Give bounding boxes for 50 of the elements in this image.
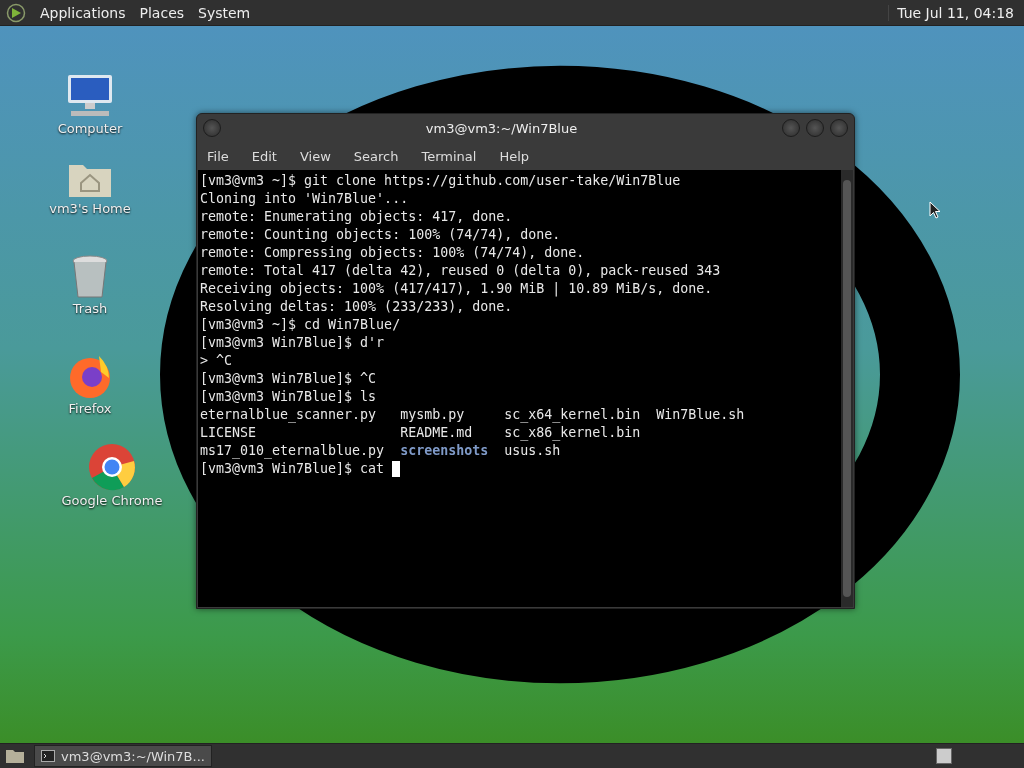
file-name: README.md (400, 424, 473, 442)
file-name: usus.sh (504, 442, 561, 460)
terminal-line: > ^C (200, 352, 234, 370)
menu-item[interactable]: Help (499, 148, 530, 164)
close-button[interactable] (830, 119, 848, 137)
menu-item[interactable]: Terminal (421, 148, 477, 164)
show-desktop-icon[interactable] (4, 747, 26, 765)
clock[interactable]: Tue Jul 11, 04:18 (888, 4, 1014, 21)
trash-icon[interactable] (71, 255, 109, 299)
terminal-line: Cloning into 'Win7Blue'... (200, 190, 410, 208)
terminal-line: Receiving objects: 100% (417/417), 1.90 MiB | 10.89 MiB/s, done. (200, 280, 714, 298)
minimize-button[interactable] (782, 119, 800, 137)
terminal-icon (41, 750, 55, 762)
menu-item[interactable]: Search (353, 148, 399, 164)
terminal-line: remote: Enumerating objects: 417, done. (200, 208, 514, 226)
file-name: ms17_010_eternalblue.py (200, 442, 385, 460)
terminal-line: [vm3@vm3 ~]$ cd Win7Blue/ (200, 316, 402, 334)
panel-menu[interactable]: System (198, 4, 251, 21)
taskbar-button[interactable]: vm3@vm3:~/Win7B... (34, 745, 212, 767)
monitor-icon[interactable] (65, 73, 115, 119)
panel-menu[interactable]: Places (139, 4, 185, 21)
mouse-pointer-icon (929, 201, 941, 219)
menu-item[interactable]: File (207, 148, 229, 164)
file-name: Win7Blue.sh (656, 406, 745, 424)
window-menu-button[interactable] (203, 119, 221, 137)
file-name: sc_x86_kernel.bin (504, 424, 641, 442)
chrome-icon[interactable] (88, 443, 136, 491)
terminal-line: [vm3@vm3 Win7Blue]$ d'r (200, 334, 386, 352)
maximize-button[interactable] (806, 119, 824, 137)
play-logo-icon[interactable] (6, 2, 26, 23)
scrollbar-thumb[interactable] (843, 180, 851, 597)
terminal-line: [vm3@vm3 Win7Blue]$ ls (200, 388, 378, 406)
menu-item[interactable]: View (299, 148, 331, 164)
file-name: LICENSE (200, 424, 257, 442)
terminal-line: remote: Total 417 (delta 42), reused 0 (delta 0), pack-reused 343 (200, 262, 722, 280)
window-title: vm3@vm3:~/Win7Blue (424, 120, 579, 136)
terminal-line: [vm3@vm3 Win7Blue]$ cat (200, 460, 386, 478)
terminal-line: [vm3@vm3 ~]$ git clone https://github.com/user-take/Win7Blue (200, 172, 682, 190)
terminal-line: Resolving deltas: 100% (233/233), done. (200, 298, 514, 316)
file-name: sc_x64_kernel.bin (504, 406, 641, 424)
file-name: eternalblue_scanner.py (200, 406, 377, 424)
menu-item[interactable]: Edit (251, 148, 277, 164)
workspace-switcher[interactable] (936, 748, 952, 764)
terminal-line: remote: Counting objects: 100% (74/74), done. (200, 226, 562, 244)
panel-menu[interactable]: Applications (40, 4, 126, 21)
terminal-line: [vm3@vm3 Win7Blue]$ ^C (200, 370, 378, 388)
file-name: screenshots (400, 442, 489, 460)
terminal-line: remote: Compressing objects: 100% (74/74), done. (200, 244, 586, 262)
scrollbar[interactable] (841, 170, 853, 607)
file-name: mysmb.py (400, 406, 465, 424)
